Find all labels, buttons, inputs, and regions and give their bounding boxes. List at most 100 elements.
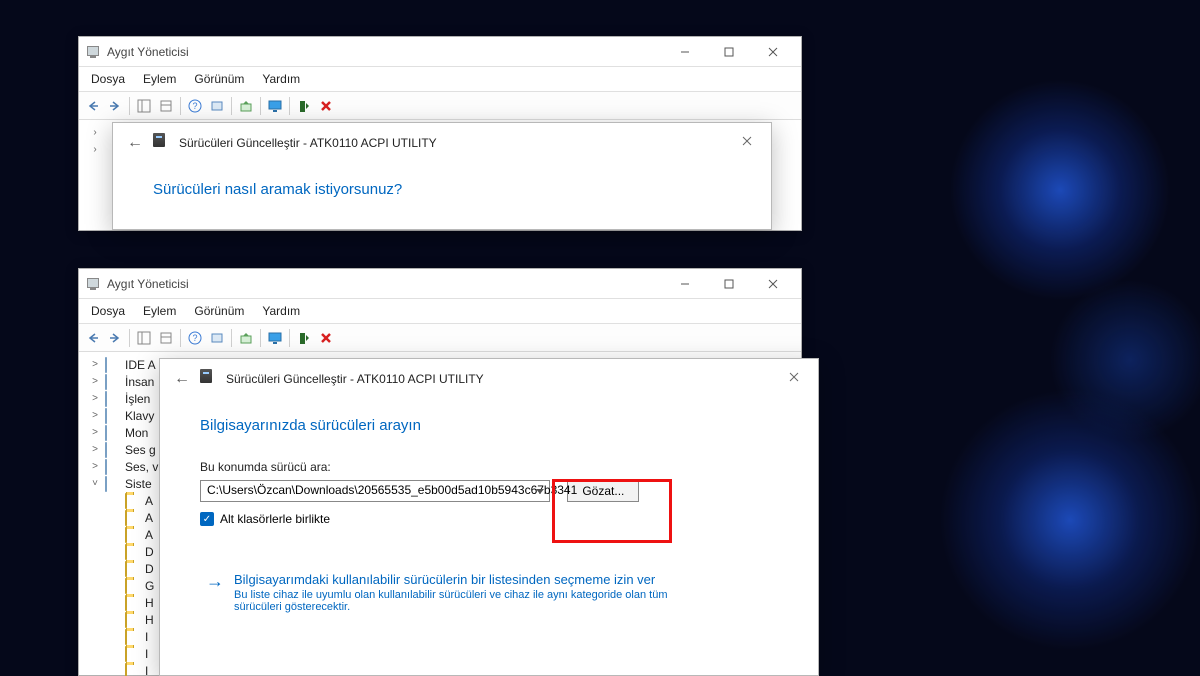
expand-icon[interactable]: > <box>89 427 101 438</box>
nav-forward-icon[interactable] <box>105 96 125 116</box>
device-category-icon <box>105 409 121 423</box>
wizard-close-button[interactable] <box>778 365 810 389</box>
tree-label: D <box>145 545 154 559</box>
toolbar: ? <box>79 324 801 352</box>
expand-icon[interactable]: > <box>89 410 101 421</box>
device-icon <box>153 133 169 153</box>
tree-label: A <box>145 511 153 525</box>
device-category-icon <box>125 647 141 661</box>
device-category-icon <box>105 358 121 372</box>
update-driver-wizard-bottom: ← Sürücüleri Güncelleştir - ATK0110 ACPI… <box>159 358 819 676</box>
tree-label: Ses g <box>125 443 156 457</box>
scan-hardware-icon[interactable] <box>207 96 227 116</box>
window-title: Aygıt Yöneticisi <box>107 277 663 291</box>
menu-file[interactable]: Dosya <box>83 69 133 89</box>
tree-label: Siste <box>125 477 152 491</box>
device-category-icon <box>105 392 121 406</box>
pick-from-list-option[interactable]: → Bilgisayarımdaki kullanılabilir sürücü… <box>200 566 788 619</box>
device-category-icon <box>105 460 121 474</box>
scan-hardware-icon[interactable] <box>207 328 227 348</box>
disable-device-icon[interactable] <box>316 328 336 348</box>
menu-file[interactable]: Dosya <box>83 301 133 321</box>
toolbar: ? <box>79 92 801 120</box>
tree-label: İşlen <box>125 392 150 406</box>
driver-path-combo[interactable]: C:\Users\Özcan\Downloads\20565535_e5b00d… <box>200 480 550 502</box>
device-category-icon <box>125 630 141 644</box>
tree-label: I <box>145 664 148 676</box>
maximize-button[interactable] <box>707 270 751 298</box>
menu-action[interactable]: Eylem <box>135 69 184 89</box>
menu-help[interactable]: Yardım <box>254 69 308 89</box>
menubar: Dosya Eylem Görünüm Yardım <box>79 67 801 92</box>
expand-icon[interactable]: ˅ <box>89 478 101 489</box>
wizard-heading: Bilgisayarınızda sürücüleri arayın <box>200 417 788 434</box>
menu-view[interactable]: Görünüm <box>186 301 252 321</box>
monitor-icon[interactable] <box>265 96 285 116</box>
expand-icon[interactable]: > <box>89 359 101 370</box>
close-button[interactable] <box>751 270 795 298</box>
device-icon <box>200 369 216 389</box>
app-icon <box>85 276 101 292</box>
properties-icon[interactable] <box>156 328 176 348</box>
wizard-title: Sürücüleri Güncelleştir - ATK0110 ACPI U… <box>179 136 437 150</box>
titlebar: Aygıt Yöneticisi <box>79 37 801 67</box>
minimize-button[interactable] <box>663 270 707 298</box>
update-driver-icon[interactable] <box>236 96 256 116</box>
minimize-button[interactable] <box>663 38 707 66</box>
monitor-icon[interactable] <box>265 328 285 348</box>
disable-device-icon[interactable] <box>316 96 336 116</box>
device-category-icon <box>125 562 141 576</box>
tree-label: Mon <box>125 426 148 440</box>
menu-help[interactable]: Yardım <box>254 301 308 321</box>
device-category-icon <box>125 511 141 525</box>
device-category-icon <box>125 494 141 508</box>
tree-label: I <box>145 630 148 644</box>
include-subfolders-checkbox[interactable]: ✓ <box>200 512 214 526</box>
wizard-title: Sürücüleri Güncelleştir - ATK0110 ACPI U… <box>226 372 484 386</box>
device-category-icon <box>125 579 141 593</box>
maximize-button[interactable] <box>707 38 751 66</box>
show-hide-tree-icon[interactable] <box>134 328 154 348</box>
window-title: Aygıt Yöneticisi <box>107 45 663 59</box>
browse-button[interactable]: Gözat... <box>567 480 639 502</box>
device-category-icon <box>105 426 121 440</box>
tree-label: İnsan <box>125 375 154 389</box>
close-button[interactable] <box>751 38 795 66</box>
help-icon[interactable]: ? <box>185 96 205 116</box>
expand-icon[interactable]: > <box>89 461 101 472</box>
arrow-right-icon: → <box>206 572 224 613</box>
tree-label: H <box>145 613 154 627</box>
help-icon[interactable]: ? <box>185 328 205 348</box>
tree-label: G <box>145 579 154 593</box>
uninstall-device-icon[interactable] <box>294 96 314 116</box>
show-hide-tree-icon[interactable] <box>134 96 154 116</box>
device-category-icon <box>125 613 141 627</box>
device-category-icon <box>125 664 141 676</box>
wizard-back-icon[interactable]: ← <box>127 134 143 152</box>
tree-label: I <box>145 647 148 661</box>
wizard-back-icon[interactable]: ← <box>174 370 190 388</box>
nav-forward-icon[interactable] <box>105 328 125 348</box>
device-category-icon <box>105 477 121 491</box>
tree-label: IDE A <box>125 358 156 372</box>
tree-label: D <box>145 562 154 576</box>
nav-back-icon[interactable] <box>83 96 103 116</box>
nav-back-icon[interactable] <box>83 328 103 348</box>
tree-label: A <box>145 528 153 542</box>
titlebar: Aygıt Yöneticisi <box>79 269 801 299</box>
uninstall-device-icon[interactable] <box>294 328 314 348</box>
menu-view[interactable]: Görünüm <box>186 69 252 89</box>
device-category-icon <box>125 545 141 559</box>
menu-action[interactable]: Eylem <box>135 301 184 321</box>
app-icon <box>85 44 101 60</box>
wizard-close-button[interactable] <box>731 129 763 153</box>
update-driver-wizard-top: ← Sürücüleri Güncelleştir - ATK0110 ACPI… <box>112 122 772 230</box>
update-driver-icon[interactable] <box>236 328 256 348</box>
tree-label: H <box>145 596 154 610</box>
expand-icon[interactable]: > <box>89 393 101 404</box>
expand-icon[interactable]: > <box>89 444 101 455</box>
expand-icon[interactable]: > <box>89 376 101 387</box>
properties-icon[interactable] <box>156 96 176 116</box>
svg-text:?: ? <box>192 333 197 343</box>
svg-text:?: ? <box>192 101 197 111</box>
